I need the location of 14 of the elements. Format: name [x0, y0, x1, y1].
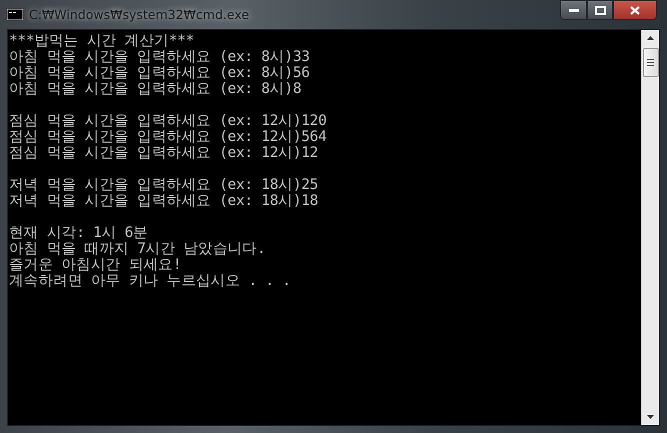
console-line: 저녁 먹을 시간을 입력하세요 (ex: 18시)25 [9, 177, 320, 193]
console-line: 현재 시각: 1시 6분 [9, 225, 149, 241]
console-line: 계속하려면 아무 키나 누르십시오 . . . [9, 273, 292, 289]
console-line: 아침 먹을 시간을 입력하세요 (ex: 8시)56 [9, 65, 311, 81]
window-title: C:₩Windows₩system32₩cmd.exe [29, 7, 250, 22]
console-line: 저녁 먹을 시간을 입력하세요 (ex: 18시)18 [9, 193, 320, 209]
console-line: 점심 먹을 시간을 입력하세요 (ex: 12시)564 [9, 129, 328, 145]
console-line: 즐거운 아침시간 되세요! [9, 257, 182, 273]
console-line: 아침 먹을 시간을 입력하세요 (ex: 8시)8 [9, 81, 302, 97]
console-line: 아침 먹을 때까지 7시간 남았습니다. [9, 241, 266, 257]
console-line: ***밥먹는 시간 계산기*** [9, 33, 196, 49]
console-line: 아침 먹을 시간을 입력하세요 (ex: 8시)33 [9, 49, 311, 65]
console-line: 점심 먹을 시간을 입력하세요 (ex: 12시)12 [9, 145, 320, 161]
console-line: 점심 먹을 시간을 입력하세요 (ex: 12시)120 [9, 113, 328, 129]
